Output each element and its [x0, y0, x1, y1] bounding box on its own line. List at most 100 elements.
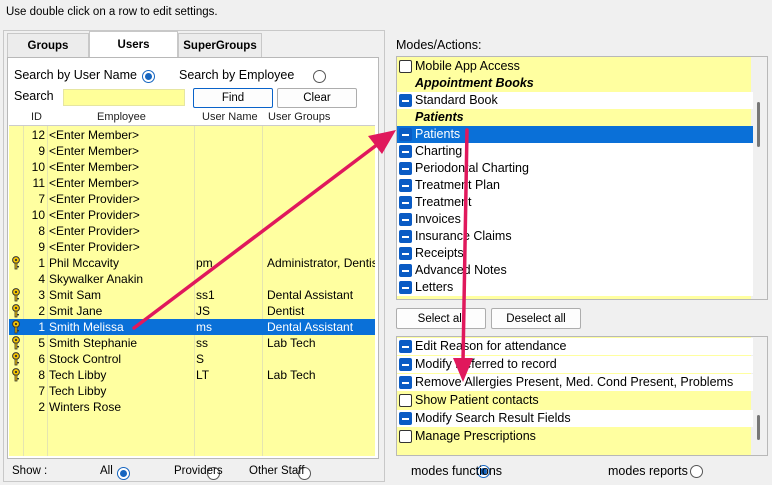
cell-id: 4 [38, 272, 45, 286]
checkbox[interactable] [399, 264, 412, 277]
cell-employee: <Enter Provider> [49, 208, 140, 222]
checkbox[interactable] [399, 179, 412, 192]
list-item[interactable]: Mobile App Access [397, 58, 753, 75]
list-item[interactable]: Modify Referred to record [397, 356, 753, 373]
tab-users[interactable]: Users [89, 31, 178, 57]
checkbox[interactable] [399, 281, 412, 294]
table-row[interactable]: 9 <Enter Member> [9, 143, 375, 159]
cell-employee: Tech Libby [49, 384, 107, 398]
list-item[interactable]: Modify Search Result Fields [397, 410, 753, 427]
cell-user-groups: Lab Tech [267, 368, 316, 382]
list-item[interactable]: Standard Book [397, 92, 753, 109]
table-row[interactable]: 1 Smith Melissa ms Dental Assistant [9, 319, 375, 335]
cell-id: 2 [38, 304, 45, 318]
list-item[interactable]: Advanced Notes [397, 262, 753, 279]
table-row[interactable]: 3 Smit Sam ss1 Dental Assistant [9, 287, 375, 303]
list-item-label: Edit Reason for attendance [415, 339, 567, 353]
actions-list-scroll-thumb[interactable] [757, 415, 760, 440]
table-row[interactable]: 7 Tech Libby [9, 383, 375, 399]
checkbox[interactable] [399, 128, 412, 141]
list-item-label: Advanced Notes [415, 263, 507, 277]
list-item-label: Patients [415, 127, 461, 141]
col-header-id[interactable]: ID [31, 111, 42, 123]
actions-list-scrollbar[interactable] [751, 337, 767, 455]
table-row[interactable]: 9 <Enter Provider> [9, 239, 375, 255]
list-item[interactable]: Receipts [397, 245, 753, 262]
list-item[interactable]: Charting [397, 143, 753, 160]
cell-id: 10 [31, 160, 45, 174]
cell-employee: <Enter Member> [49, 176, 140, 190]
show-all-radio[interactable] [116, 467, 130, 481]
list-item-label: Manage Prescriptions [415, 429, 536, 443]
col-header-user-groups[interactable]: User Groups [268, 111, 330, 123]
grid-header: ID Employee User Name User Groups [9, 110, 375, 126]
checkbox[interactable] [399, 230, 412, 243]
checkbox[interactable] [399, 430, 412, 443]
cell-user-name: ms [196, 320, 212, 334]
show-label: Show : [12, 465, 48, 477]
checkbox[interactable] [399, 394, 412, 407]
checkbox[interactable] [399, 213, 412, 226]
list-item[interactable]: Edit Reason for attendance [397, 338, 753, 355]
list-item[interactable]: Remove Allergies Present, Med. Cond Pres… [397, 374, 753, 391]
modes-list: Mobile App Access Appointment Books Standa… [396, 56, 768, 300]
table-row[interactable]: 6 Stock Control S [9, 351, 375, 367]
modes-actions-label: Modes/Actions: [396, 38, 482, 52]
table-row[interactable]: 4 Skywalker Anakin [9, 271, 375, 287]
table-row[interactable]: 1 Phil Mccavity pm Administrator, Dentist [9, 255, 375, 271]
table-row[interactable]: 5 Smith Stephanie ss Lab Tech [9, 335, 375, 351]
table-row[interactable]: 10 <Enter Member> [9, 159, 375, 175]
checkbox[interactable] [399, 94, 412, 107]
table-row[interactable]: 8 Tech Libby LT Lab Tech [9, 367, 375, 383]
cell-employee: Smit Sam [49, 288, 102, 302]
cell-user-groups: Dental Assistant [267, 288, 354, 302]
col-header-user-name[interactable]: User Name [202, 111, 258, 123]
list-item-label: Treatment [415, 195, 472, 209]
checkbox[interactable] [399, 162, 412, 175]
select-all-button[interactable]: Select all [396, 308, 486, 329]
show-providers-label: Providers [174, 465, 223, 477]
table-row[interactable]: 2 Smit Jane JS Dentist [9, 303, 375, 319]
checkbox[interactable] [399, 60, 412, 73]
checkbox[interactable] [399, 376, 412, 389]
list-item-label: Charting [415, 144, 463, 158]
list-item[interactable]: Show Patient contacts [397, 392, 753, 409]
cell-id: 9 [38, 144, 45, 158]
table-row[interactable]: 10 <Enter Provider> [9, 207, 375, 223]
table-row[interactable]: 11 <Enter Member> [9, 175, 375, 191]
checkbox[interactable] [399, 145, 412, 158]
list-item[interactable]: Patients [397, 126, 753, 143]
tab-groups[interactable]: Groups [7, 33, 89, 57]
cell-id: 10 [31, 208, 45, 222]
cell-employee: Stock Control [49, 352, 122, 366]
list-item[interactable]: Manage Prescriptions [397, 428, 753, 445]
list-item[interactable]: Invoices [397, 211, 753, 228]
modes-list-scroll-thumb[interactable] [757, 102, 760, 147]
list-item[interactable]: Treatment Plan [397, 177, 753, 194]
list-item[interactable]: Treatment [397, 194, 753, 211]
table-row[interactable]: 7 <Enter Provider> [9, 191, 375, 207]
list-item[interactable]: Insurance Claims [397, 228, 753, 245]
checkbox[interactable] [399, 340, 412, 353]
show-all-label: All [100, 465, 113, 477]
find-button[interactable]: Find [193, 88, 273, 108]
modes-list-scrollbar[interactable] [751, 57, 767, 299]
list-item[interactable]: Letters [397, 279, 753, 296]
table-row[interactable]: 8 <Enter Provider> [9, 223, 375, 239]
checkbox[interactable] [399, 412, 412, 425]
clear-button[interactable]: Clear [277, 88, 357, 108]
checkbox[interactable] [399, 196, 412, 209]
col-header-employee[interactable]: Employee [97, 111, 146, 123]
key-icon [11, 352, 21, 366]
search-input[interactable] [63, 89, 185, 106]
table-row[interactable]: 12 <Enter Member> [9, 127, 375, 143]
table-row[interactable]: 2 Winters Rose [9, 399, 375, 415]
deselect-all-button[interactable]: Deselect all [491, 308, 581, 329]
modes-reports-radio[interactable] [690, 465, 704, 479]
checkbox[interactable] [399, 358, 412, 371]
cell-employee: Smit Jane [49, 304, 103, 318]
list-item-label: Show Patient contacts [415, 393, 539, 407]
list-item[interactable]: Periodontal Charting [397, 160, 753, 177]
checkbox[interactable] [399, 247, 412, 260]
tab-supergroups[interactable]: SuperGroups [178, 33, 262, 57]
